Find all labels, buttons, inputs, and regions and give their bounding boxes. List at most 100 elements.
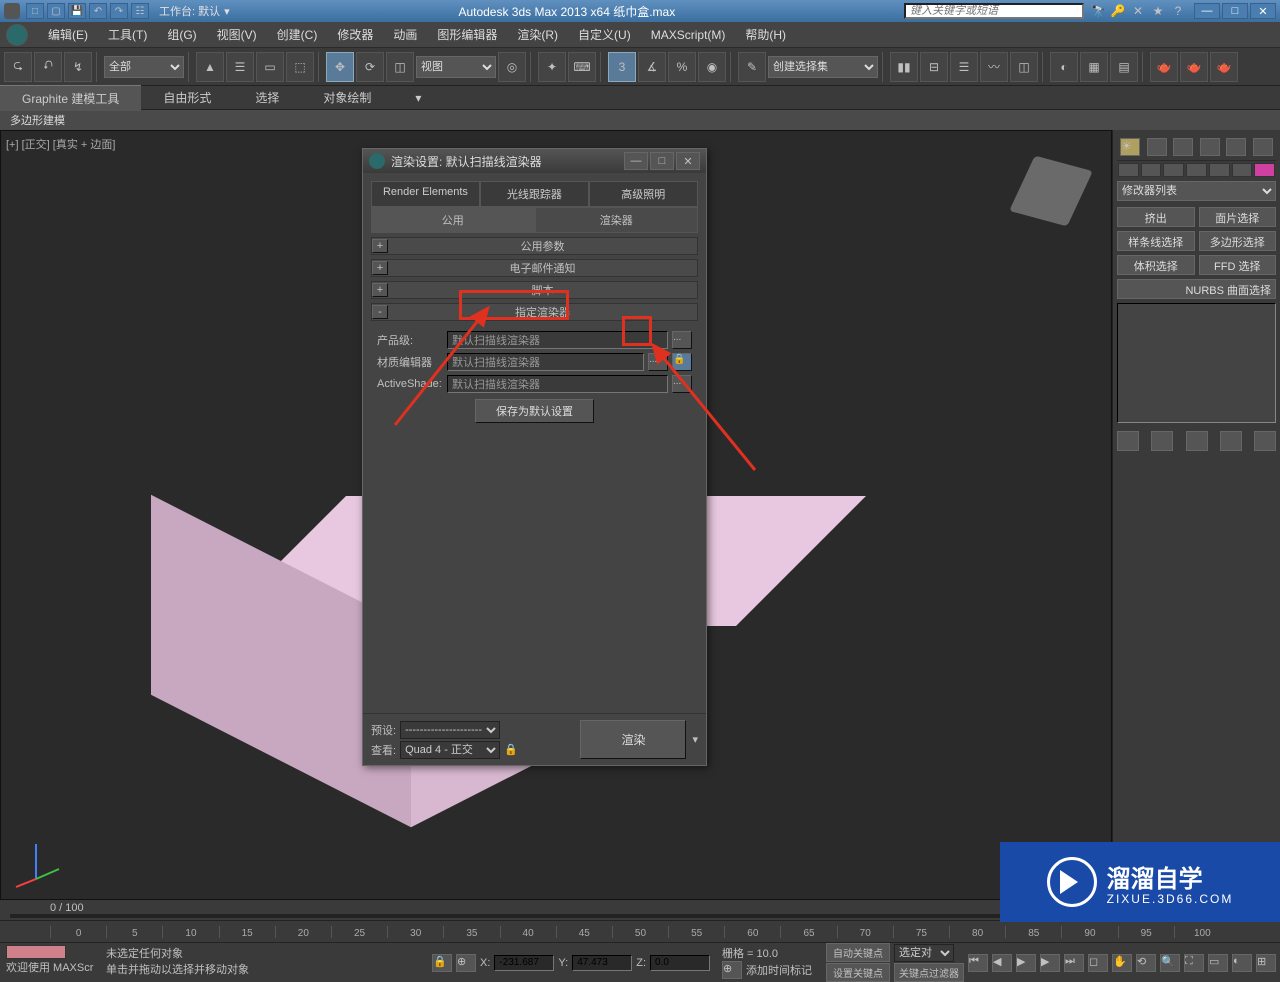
create-panel-icon[interactable]: ☀ xyxy=(1120,138,1140,156)
ribbon-tab-graphite[interactable]: Graphite 建模工具 xyxy=(0,85,141,111)
display-panel-icon[interactable] xyxy=(1226,138,1246,156)
dialog-titlebar[interactable]: 渲染设置: 默认扫描线渲染器 — □ ✕ xyxy=(363,149,706,173)
zoom-extents-icon[interactable]: ⛶ xyxy=(1184,954,1204,972)
help-search-input[interactable] xyxy=(904,3,1084,19)
remove-modifier-icon[interactable] xyxy=(1220,431,1242,451)
open-icon[interactable]: ▢ xyxy=(47,3,65,19)
btn-polysel[interactable]: 多边形选择 xyxy=(1199,231,1277,251)
zoom-icon[interactable]: 🔍 xyxy=(1160,954,1180,972)
z-coord-input[interactable] xyxy=(650,955,710,971)
window-crossing-icon[interactable]: ⬚ xyxy=(286,52,314,82)
viewcube[interactable] xyxy=(1009,156,1093,227)
help-icon[interactable]: ? xyxy=(1170,3,1186,19)
tab-render-elements[interactable]: Render Elements xyxy=(371,181,480,207)
angle-snap-icon[interactable]: ∡ xyxy=(638,52,666,82)
pin-stack-icon[interactable] xyxy=(1117,431,1139,451)
abs-rel-icon[interactable]: ⊕ xyxy=(456,954,476,972)
save-defaults-button[interactable]: 保存为默认设置 xyxy=(475,399,594,423)
ribbon-panel-polymodeling[interactable]: 多边形建模 xyxy=(0,110,1280,130)
menu-group[interactable]: 组(G) xyxy=(157,22,206,47)
render-iterative-icon[interactable]: 🫖 xyxy=(1180,52,1208,82)
signin-icon[interactable]: 🔑 xyxy=(1110,3,1126,19)
tab-renderer[interactable]: 渲染器 xyxy=(535,207,699,233)
dialog-minimize-button[interactable]: — xyxy=(624,152,648,170)
mirror-icon[interactable]: ▮▮ xyxy=(890,52,918,82)
key-filters-dropdown[interactable]: 选定对 xyxy=(894,944,954,962)
maxscript-mini-listener[interactable] xyxy=(6,945,66,959)
save-icon[interactable]: 💾 xyxy=(68,3,86,19)
btn-ffdsel[interactable]: FFD 选择 xyxy=(1199,255,1277,275)
btn-extrude[interactable]: 挤出 xyxy=(1117,207,1195,227)
object-color-swatch[interactable] xyxy=(1254,163,1275,177)
bind-icon[interactable]: ↯ xyxy=(64,52,92,82)
menu-animation[interactable]: 动画 xyxy=(383,22,427,47)
pivot-icon[interactable]: ◎ xyxy=(498,52,526,82)
minimize-button[interactable]: — xyxy=(1194,3,1220,19)
new-icon[interactable]: □ xyxy=(26,3,44,19)
redo-icon[interactable]: ↷ xyxy=(110,3,128,19)
render-frame-icon[interactable]: ▤ xyxy=(1110,52,1138,82)
layers-icon[interactable]: ☰ xyxy=(950,52,978,82)
select-region-icon[interactable]: ▭ xyxy=(256,52,284,82)
key-filters-button[interactable]: 关键点过滤器 xyxy=(894,963,964,982)
undo-icon[interactable]: ↶ xyxy=(89,3,107,19)
selection-lock-icon[interactable]: 🔒 xyxy=(432,954,452,972)
utilities-panel-icon[interactable] xyxy=(1253,138,1273,156)
show-end-result-icon[interactable] xyxy=(1151,431,1173,451)
time-tag-icon[interactable]: ⊕ xyxy=(722,961,742,979)
isolate-icon[interactable]: ◻ xyxy=(1088,954,1108,972)
modify-panel-icon[interactable] xyxy=(1147,138,1167,156)
close-button[interactable]: ✕ xyxy=(1250,3,1276,19)
pan-icon[interactable]: ✋ xyxy=(1112,954,1132,972)
dialog-maximize-button[interactable]: □ xyxy=(650,152,674,170)
menu-maxscript[interactable]: MAXScript(M) xyxy=(641,24,736,46)
select-icon[interactable]: ▲ xyxy=(196,52,224,82)
make-unique-icon[interactable] xyxy=(1186,431,1208,451)
ref-coord-system[interactable]: 视图 xyxy=(416,56,496,78)
menu-tools[interactable]: 工具(T) xyxy=(98,22,157,47)
modifier-list[interactable]: 修改器列表 xyxy=(1117,181,1276,201)
motion-panel-icon[interactable] xyxy=(1200,138,1220,156)
menu-customize[interactable]: 自定义(U) xyxy=(568,22,641,47)
menu-rendering[interactable]: 渲染(R) xyxy=(507,22,568,47)
named-selection-sets[interactable]: 创建选择集 xyxy=(768,56,878,78)
fov-icon[interactable]: ◐ xyxy=(1232,954,1252,972)
project-icon[interactable]: ☷ xyxy=(131,3,149,19)
btn-volsel[interactable]: 体积选择 xyxy=(1117,255,1195,275)
menu-edit[interactable]: 编辑(E) xyxy=(38,22,98,47)
curve-editor-icon[interactable]: 〰 xyxy=(980,52,1008,82)
render-production-icon[interactable]: 🫖 xyxy=(1150,52,1178,82)
btn-splinesel[interactable]: 样条线选择 xyxy=(1117,231,1195,251)
percent-snap-icon[interactable]: % xyxy=(668,52,696,82)
schematic-icon[interactable]: ◫ xyxy=(1010,52,1038,82)
rollout-assign-renderer[interactable]: -指定渲染器 xyxy=(371,303,698,321)
view-dropdown[interactable]: Quad 4 - 正交 xyxy=(400,741,500,759)
prev-frame-icon[interactable]: ◀ xyxy=(992,954,1012,972)
favorite-icon[interactable]: ★ xyxy=(1150,3,1166,19)
play-icon[interactable]: ▶ xyxy=(1016,954,1036,972)
application-menu-button[interactable] xyxy=(6,24,28,46)
set-key-button[interactable]: 设置关键点 xyxy=(826,963,890,982)
link-icon[interactable]: ⮎ xyxy=(4,52,32,82)
max-viewport-icon[interactable]: ⊞ xyxy=(1256,954,1276,972)
rollout-email[interactable]: +电子邮件通知 xyxy=(371,259,698,277)
spinner-snap-icon[interactable]: ◉ xyxy=(698,52,726,82)
unlink-icon[interactable]: ⮏ xyxy=(34,52,62,82)
modifier-stack[interactable] xyxy=(1117,303,1276,423)
lock-view-icon[interactable]: 🔒 xyxy=(504,743,518,756)
render-button[interactable]: 渲染 xyxy=(580,720,686,759)
choose-activeshade-renderer-button[interactable]: ... xyxy=(672,375,692,393)
scale-icon[interactable]: ◫ xyxy=(386,52,414,82)
choose-production-renderer-button[interactable]: ... xyxy=(672,331,692,349)
tab-raytracer[interactable]: 光线跟踪器 xyxy=(480,181,589,207)
menu-modifiers[interactable]: 修改器 xyxy=(327,22,383,47)
orbit-icon[interactable]: ⟲ xyxy=(1136,954,1156,972)
rotate-icon[interactable]: ⟳ xyxy=(356,52,384,82)
editnamed-icon[interactable]: ✎ xyxy=(738,52,766,82)
btn-patchsel[interactable]: 面片选择 xyxy=(1199,207,1277,227)
ribbon-tab-selection[interactable]: 选择 xyxy=(233,85,301,110)
configure-sets-icon[interactable] xyxy=(1254,431,1276,451)
btn-nurbs[interactable]: NURBS 曲面选择 xyxy=(1117,279,1276,299)
menu-views[interactable]: 视图(V) xyxy=(207,22,267,47)
zoom-region-icon[interactable]: ▭ xyxy=(1208,954,1228,972)
